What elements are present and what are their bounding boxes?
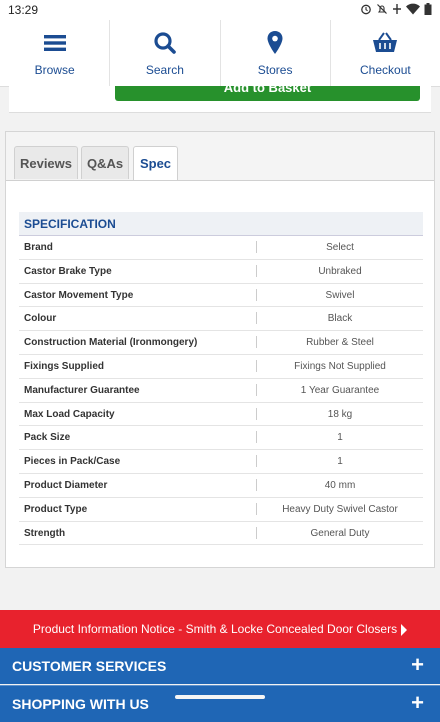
- menu-icon: [43, 35, 66, 51]
- spec-row: Colour Black: [19, 307, 423, 332]
- tab-reviews[interactable]: Reviews: [14, 146, 78, 179]
- nav-browse-label: Browse: [34, 63, 75, 77]
- spec-row: Pieces in Pack/Case 1: [19, 450, 423, 474]
- nav-checkout[interactable]: Checkout: [331, 20, 440, 86]
- spec-value: 1 Year Guarantee: [300, 384, 380, 396]
- data-saver-icon: [393, 4, 401, 14]
- spec-row: Strength General Duty: [19, 522, 423, 546]
- top-nav: Browse Search Stores Checkout: [0, 20, 440, 87]
- spec-value: Unbraked: [318, 265, 362, 277]
- spec-name: Strength: [24, 527, 66, 539]
- basket-icon: [373, 32, 398, 52]
- notice-text: Product Information Notice - Smith & Loc…: [32, 622, 398, 636]
- notifications-off-icon: [377, 4, 387, 14]
- nav-search-label: Search: [145, 63, 184, 77]
- spec-value: Swivel: [325, 289, 355, 301]
- spec-name: Product Diameter: [24, 479, 108, 491]
- nav-stores[interactable]: Stores: [221, 20, 331, 86]
- spec-row: Castor Movement Type Swivel: [19, 284, 423, 308]
- spec-row: Manufacturer Guarantee 1 Year Guarantee: [19, 379, 423, 403]
- nav-checkout-label: Checkout: [360, 63, 411, 77]
- nav-search[interactable]: Search: [110, 20, 221, 86]
- add-to-basket-button[interactable]: Add to Basket: [115, 86, 420, 101]
- battery-icon: [424, 3, 432, 15]
- specification-table: Brand Select Castor Brake Type Unbraked Ca…: [19, 236, 423, 546]
- wifi-icon: [406, 3, 420, 15]
- spec-value: Heavy Duty Swivel Castor: [282, 503, 398, 515]
- spec-name: Castor Movement Type: [24, 289, 134, 301]
- product-info-panel: Reviews Q&As Spec SPECIFICATION Brand Sel…: [5, 131, 435, 568]
- spec-name: Manufacturer Guarantee: [24, 384, 140, 396]
- accordion-label: SHOPPING WITH US: [12, 696, 149, 712]
- location-pin-icon: [267, 31, 283, 54]
- search-icon: [154, 32, 176, 54]
- customer-services-accordion[interactable]: CUSTOMER SERVICES +: [0, 648, 440, 684]
- spec-name: Pieces in Pack/Case: [24, 456, 121, 468]
- specification-heading: SPECIFICATION: [19, 212, 423, 236]
- spec-row: Pack Size 1: [19, 426, 423, 451]
- spec-row: Castor Brake Type Unbraked: [19, 260, 423, 284]
- gesture-home-bar[interactable]: [175, 695, 265, 699]
- spec-name: Pack Size: [24, 432, 71, 444]
- add-to-basket-bar: Add to Basket: [9, 86, 431, 113]
- nav-browse[interactable]: Browse: [0, 20, 111, 86]
- spec-value: 18 kg: [327, 408, 353, 420]
- tabs-bar: Reviews Q&As Spec: [6, 132, 434, 181]
- spec-name: Castor Brake Type: [24, 265, 112, 277]
- spec-value: Black: [327, 313, 353, 325]
- arrow-right-icon: [401, 623, 408, 636]
- tab-spec[interactable]: Spec: [133, 146, 178, 180]
- spec-row: Max Load Capacity 18 kg: [19, 403, 423, 427]
- spec-value: 1: [337, 456, 343, 468]
- spec-value: 1: [337, 432, 343, 444]
- plus-icon: +: [411, 690, 424, 715]
- nav-stores-label: Stores: [257, 63, 293, 77]
- spec-value: Fixings Not Supplied: [294, 360, 386, 372]
- spec-name: Brand: [24, 242, 53, 253]
- spec-name: Product Type: [24, 503, 88, 515]
- spec-value: Select: [326, 242, 354, 253]
- product-notice-banner[interactable]: Product Information Notice - Smith & Loc…: [0, 610, 440, 648]
- spec-row: Product Diameter 40 mm: [19, 474, 423, 498]
- status-icons: [360, 3, 432, 15]
- spec-row: Fixings Supplied Fixings Not Supplied: [19, 355, 423, 379]
- tab-qas[interactable]: Q&As: [81, 146, 129, 179]
- plus-icon: +: [411, 652, 424, 677]
- spec-value: Rubber & Steel: [306, 337, 374, 349]
- spec-name: Fixings Supplied: [24, 360, 105, 372]
- status-time: 13:29: [8, 3, 39, 17]
- alarm-icon: [361, 4, 371, 15]
- spec-row: Construction Material (Ironmongery) Rubbe…: [19, 331, 423, 355]
- spec-value: General Duty: [310, 527, 370, 539]
- spec-name: Max Load Capacity: [24, 408, 115, 420]
- spec-value: 40 mm: [324, 479, 356, 491]
- spec-row: Brand Select: [19, 236, 423, 260]
- accordion-label: CUSTOMER SERVICES: [12, 658, 167, 674]
- status-bar: 13:29: [0, 0, 440, 20]
- spec-name: Colour: [24, 313, 57, 325]
- spec-name: Construction Material (Ironmongery): [24, 337, 198, 349]
- spec-row: Product Type Heavy Duty Swivel Castor: [19, 498, 423, 522]
